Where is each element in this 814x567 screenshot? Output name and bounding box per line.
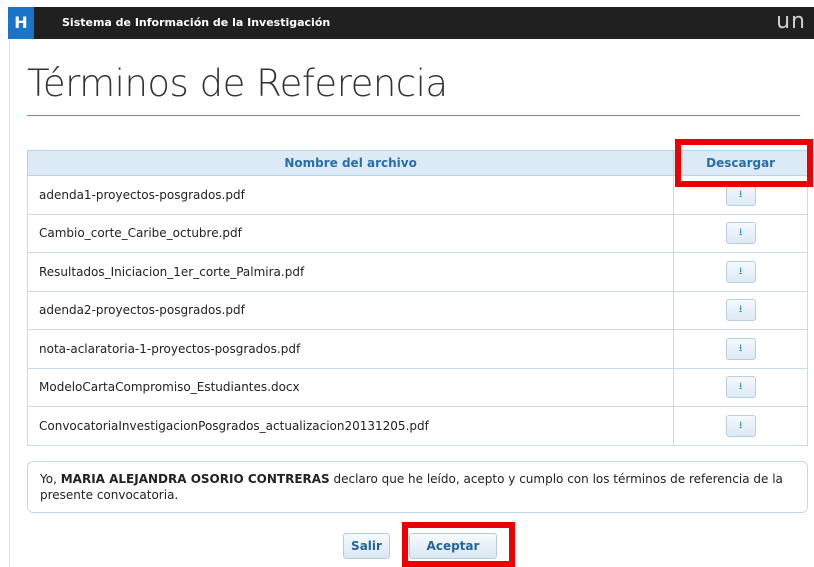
table-row: ModeloCartaCompromiso_Estudiantes.docx ⭳	[26, 367, 808, 407]
download-cell: ⭳	[673, 329, 808, 369]
files-table: Nombre del archivo Descargar adenda1-pro…	[26, 150, 808, 446]
table-row: adenda2-proyectos-posgrados.pdf ⭳	[26, 290, 808, 330]
app-logo[interactable]: H	[8, 7, 34, 39]
title-divider	[27, 115, 800, 116]
table-row: Resultados_Iniciacion_1er_corte_Palmira.…	[26, 252, 808, 292]
file-name: ConvocatoriaInvestigacionPosgrados_actua…	[26, 406, 675, 446]
download-icon[interactable]: ⭳	[725, 337, 756, 360]
file-name: nota-aclaratoria-1-proyectos-posgrados.p…	[26, 329, 675, 369]
download-icon[interactable]: ⭳	[725, 376, 756, 399]
file-name: adenda2-proyectos-posgrados.pdf	[26, 290, 675, 330]
declaration-prefix: Yo,	[40, 472, 61, 486]
file-name: ModeloCartaCompromiso_Estudiantes.docx	[26, 367, 675, 407]
exit-button[interactable]: Salir	[343, 533, 390, 559]
table-row: ConvocatoriaInvestigacionPosgrados_actua…	[26, 406, 808, 446]
file-name: Cambio_corte_Caribe_octubre.pdf	[26, 213, 675, 253]
table-row: Cambio_corte_Caribe_octubre.pdf ⭳	[26, 213, 808, 253]
download-cell: ⭳	[673, 213, 808, 253]
column-header-download[interactable]: Descargar	[673, 150, 808, 176]
download-cell: ⭳	[673, 367, 808, 407]
page-title: Términos de Referencia	[27, 62, 448, 105]
declaration-box: Yo, MARIA ALEJANDRA OSORIO CONTRERAS dec…	[27, 461, 808, 513]
download-icon[interactable]: ⭳	[725, 414, 756, 437]
table-header-row: Nombre del archivo Descargar	[26, 150, 808, 176]
content-divider	[9, 39, 10, 567]
download-cell: ⭳	[673, 175, 808, 215]
download-cell: ⭳	[673, 406, 808, 446]
table-row: adenda1-proyectos-posgrados.pdf ⭳	[26, 175, 808, 215]
download-icon[interactable]: ⭳	[725, 222, 756, 245]
university-logo[interactable]: un	[776, 7, 806, 39]
download-cell: ⭳	[673, 252, 808, 292]
file-name: adenda1-proyectos-posgrados.pdf	[26, 175, 675, 215]
download-cell: ⭳	[673, 290, 808, 330]
top-bar: H Sistema de Información de la Investiga…	[8, 7, 814, 39]
file-name: Resultados_Iniciacion_1er_corte_Palmira.…	[26, 252, 675, 292]
download-icon[interactable]: ⭳	[725, 299, 756, 322]
download-icon[interactable]: ⭳	[725, 183, 756, 206]
table-row: nota-aclaratoria-1-proyectos-posgrados.p…	[26, 329, 808, 369]
download-icon[interactable]: ⭳	[725, 260, 756, 283]
declarant-name: MARIA ALEJANDRA OSORIO CONTRERAS	[60, 472, 330, 486]
accept-button[interactable]: Aceptar	[409, 533, 497, 559]
column-header-file-name[interactable]: Nombre del archivo	[26, 150, 675, 176]
app-title: Sistema de Información de la Investigaci…	[62, 16, 331, 29]
